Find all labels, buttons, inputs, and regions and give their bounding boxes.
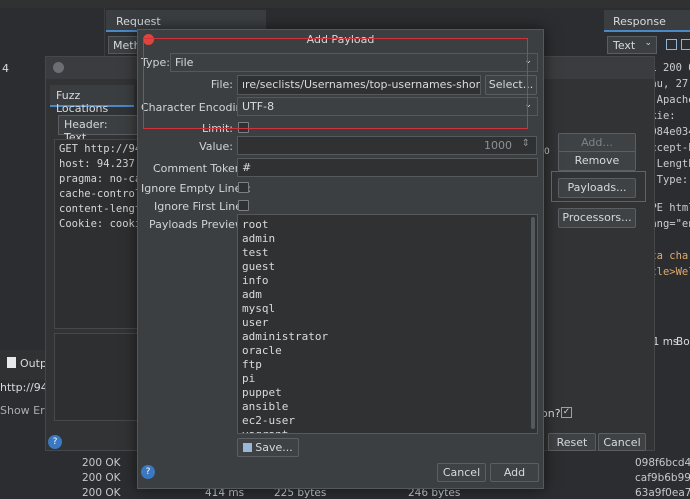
list-item: info bbox=[242, 274, 269, 287]
window-dot-icon[interactable] bbox=[53, 62, 64, 73]
request-editor[interactable]: GET http://94 host: 94.237. pragma: no-c… bbox=[54, 139, 138, 329]
request-line: host: 94.237. bbox=[59, 158, 138, 170]
type-value: File bbox=[175, 56, 194, 69]
file-label: File: bbox=[210, 78, 233, 91]
list-item: mysql bbox=[242, 302, 276, 315]
save-button-label: Save... bbox=[255, 441, 293, 454]
tab-fuzz-locations[interactable]: Fuzz Locations bbox=[50, 85, 134, 115]
row-hash: 63a9f0ea7b bbox=[635, 487, 690, 499]
comment-token-value: # bbox=[242, 161, 252, 174]
request-line: GET http://94 bbox=[59, 143, 138, 155]
payloads-button[interactable]: Payloads... bbox=[558, 178, 636, 198]
fuzzer-cancel-button[interactable]: Cancel bbox=[598, 433, 646, 451]
list-item: administrator bbox=[242, 330, 329, 343]
ignore-first-label: Ignore First Line: bbox=[154, 200, 246, 213]
add-button[interactable]: Add bbox=[490, 463, 539, 482]
file-path-field[interactable]: ıre/seclists/Usernames/top-usernames-sho… bbox=[237, 75, 481, 95]
help-icon[interactable]: ? bbox=[141, 465, 155, 479]
lower-editor bbox=[54, 333, 138, 421]
dialog-title: Add Payload bbox=[306, 33, 375, 46]
value-spinner-value: 1000 bbox=[484, 139, 512, 152]
select-file-button[interactable]: Select... bbox=[485, 75, 537, 95]
limit-checkbox[interactable] bbox=[238, 122, 249, 133]
header-select[interactable]: Header: Text ⌄ bbox=[58, 115, 149, 144]
ignore-first-checkbox[interactable] bbox=[238, 200, 249, 211]
list-item: ftp bbox=[242, 358, 262, 371]
list-item: adm bbox=[242, 288, 262, 301]
list-item: user bbox=[242, 316, 269, 329]
tab-response-label: Response bbox=[613, 15, 666, 28]
type-select[interactable]: File ⌄ bbox=[170, 53, 538, 72]
boo-stub: Boo bbox=[676, 336, 690, 348]
list-item: ec2-user bbox=[242, 414, 295, 427]
tab-fuzz-locations-label: Fuzz Locations bbox=[56, 89, 109, 115]
list-item: test bbox=[242, 246, 269, 259]
close-icon[interactable] bbox=[143, 34, 154, 45]
comment-token-label: Comment Token: bbox=[153, 162, 246, 175]
dialog-titlebar: Add Payload bbox=[138, 30, 543, 50]
chevron-down-icon: ⌄ bbox=[524, 56, 532, 66]
layout-icon[interactable] bbox=[666, 39, 677, 50]
spinner-icon[interactable]: ⇕ bbox=[522, 138, 530, 149]
top-strip bbox=[0, 0, 690, 8]
save-icon bbox=[243, 443, 253, 452]
value-label: Value: bbox=[199, 140, 233, 153]
request-line: pragma: no-ca bbox=[59, 173, 138, 185]
remove-location-button[interactable]: Remove bbox=[558, 151, 636, 171]
list-item: oracle bbox=[242, 344, 282, 357]
processors-button[interactable]: Processors... bbox=[558, 208, 636, 228]
list-item: guest bbox=[242, 260, 276, 273]
encoding-value: UTF-8 bbox=[242, 100, 275, 113]
add-location-button[interactable]: Add... bbox=[558, 133, 636, 153]
type-label: Type: bbox=[141, 56, 170, 69]
file-path-value: ıre/seclists/Usernames/top-usernames-sho… bbox=[242, 78, 481, 91]
left-stub: 4 bbox=[2, 62, 9, 75]
ignore-empty-label: Ignore Empty Lines: bbox=[141, 182, 251, 195]
add-payload-dialog: Add Payload Type: File ⌄ File: ıre/secli… bbox=[137, 29, 544, 489]
tab-request-label: Request bbox=[116, 15, 161, 28]
encoding-select[interactable]: UTF-8 ⌄ bbox=[237, 97, 538, 116]
chevron-down-icon: ⌄ bbox=[524, 100, 532, 110]
save-button[interactable]: Save... bbox=[237, 438, 299, 457]
list-item: puppet bbox=[242, 386, 282, 399]
list-item: ansible bbox=[242, 400, 289, 413]
help-icon[interactable]: ? bbox=[48, 435, 62, 449]
request-line: content-lengt bbox=[59, 203, 138, 215]
row-status: 200 OK bbox=[82, 457, 121, 469]
preview-scrollbar[interactable] bbox=[531, 217, 535, 429]
row-hash: caf9b6b999 bbox=[635, 472, 690, 484]
row-hash: 098f6bcd46 bbox=[635, 457, 690, 469]
comment-token-field[interactable]: # bbox=[237, 158, 538, 177]
ignore-empty-checkbox[interactable] bbox=[238, 182, 249, 193]
list-item: root bbox=[242, 218, 269, 231]
list-item: admin bbox=[242, 232, 276, 245]
tab-response[interactable]: Response bbox=[604, 10, 690, 32]
list-item: vagrant bbox=[238, 428, 537, 433]
check-icon[interactable]: ✓ bbox=[561, 407, 572, 418]
limit-label: Limit: bbox=[202, 122, 233, 135]
row-status: 200 OK bbox=[82, 487, 121, 499]
payloads-preview-list[interactable]: root admin test guest info adm mysql use… bbox=[237, 214, 538, 434]
layout-icon-2[interactable] bbox=[681, 39, 690, 50]
list-item: pi bbox=[242, 372, 256, 385]
request-line: Cookie: cooki bbox=[59, 218, 138, 230]
row-status: 200 OK bbox=[82, 472, 121, 484]
cancel-button[interactable]: Cancel bbox=[437, 463, 486, 482]
response-view-select[interactable]: Text ⌄ bbox=[607, 36, 657, 54]
value-spinner[interactable]: 1000 ⇕ bbox=[237, 136, 537, 155]
chevron-down-icon: ⌄ bbox=[644, 38, 652, 48]
request-line: cache-control bbox=[59, 188, 138, 200]
preview-label: Payloads Preview: bbox=[149, 218, 248, 231]
response-view-value: Text bbox=[613, 39, 636, 52]
reset-button[interactable]: Reset bbox=[548, 433, 596, 451]
num-stub-label: 0 bbox=[544, 147, 550, 157]
document-icon bbox=[7, 357, 16, 368]
